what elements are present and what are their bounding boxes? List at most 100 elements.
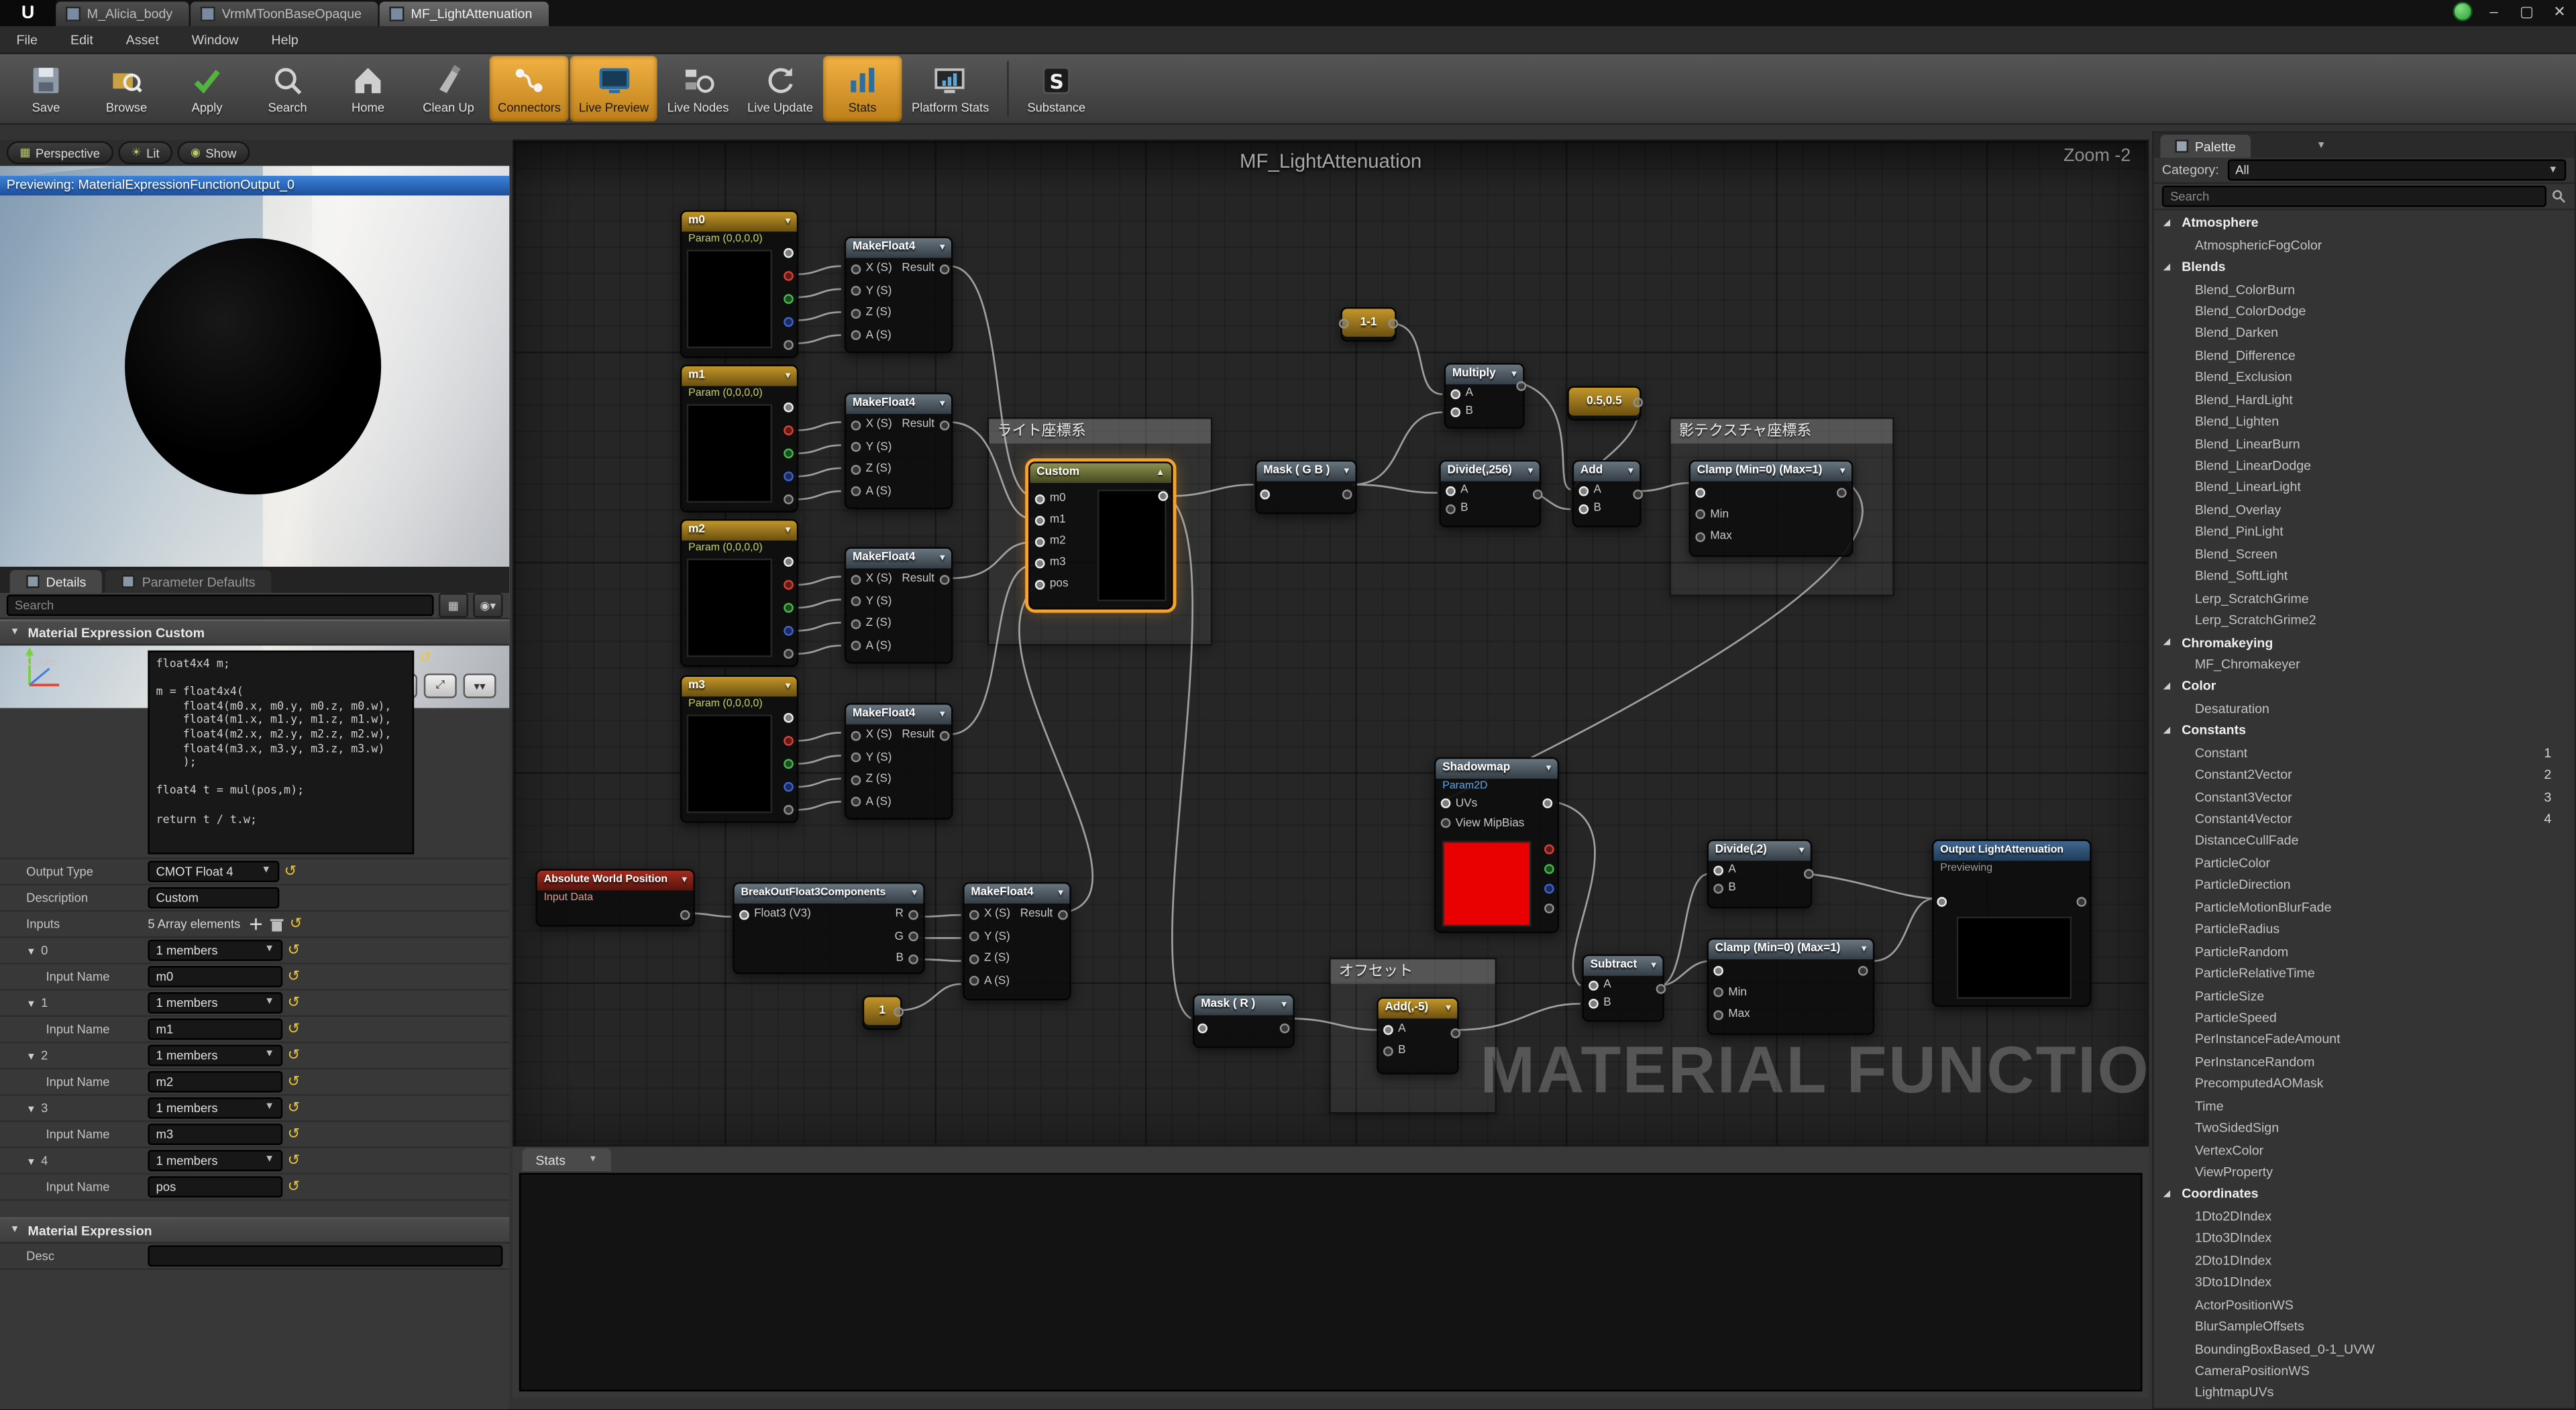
pin-y[interactable] <box>851 753 861 763</box>
tab-details[interactable]: Details <box>10 570 103 593</box>
members-dropdown[interactable]: 1 members▼ <box>148 1045 282 1067</box>
pin-output[interactable] <box>680 910 690 920</box>
node-add-neg5[interactable]: Add(,-5)▾ A B <box>1377 997 1458 1075</box>
node-divide-2[interactable]: Divide(,2)▾ A B <box>1707 839 1812 908</box>
menu-edit[interactable]: Edit <box>54 32 110 47</box>
reset-to-default-icon[interactable]: ↺ <box>288 1101 300 1116</box>
expander-icon[interactable]: ▼ <box>26 1158 36 1169</box>
pin-output[interactable] <box>1837 488 1847 498</box>
pin-max[interactable] <box>1713 1010 1723 1020</box>
pin-b[interactable] <box>1713 883 1723 893</box>
save-button[interactable]: Save <box>7 56 86 121</box>
pin-z[interactable] <box>851 619 861 629</box>
pin-a[interactable] <box>851 797 861 807</box>
clean-up-button[interactable]: Clean Up <box>409 56 488 121</box>
live-update-button[interactable]: Live Update <box>739 56 822 121</box>
apply-button[interactable]: Apply <box>168 56 247 121</box>
node-makefloat4[interactable]: MakeFloat4▾ X (S)Result Y (S) Z (S) A (S… <box>963 882 1071 1000</box>
pin-result[interactable] <box>939 730 949 741</box>
palette-item[interactable]: 1Dto3DIndex <box>2154 1228 2575 1250</box>
palette-item[interactable]: ◢ Chromakeying <box>2154 631 2575 653</box>
pin-min[interactable] <box>1713 987 1723 997</box>
pin-x[interactable] <box>969 910 979 920</box>
palette-item[interactable]: BoundingBoxBased_0-1_UVW <box>2154 1338 2575 1360</box>
live-nodes-button[interactable]: Live Nodes <box>659 56 738 121</box>
palette-item[interactable]: Blend_LinearLight <box>2154 477 2575 499</box>
close-button[interactable]: ✕ <box>2548 3 2571 21</box>
palette-item[interactable]: PrecomputedAOMask <box>2154 1073 2575 1095</box>
pin-input[interactable] <box>1713 965 1723 975</box>
input-name-field[interactable]: m0 <box>148 966 282 987</box>
pin-float3[interactable] <box>739 910 749 920</box>
panel-options-icon[interactable]: ▼ <box>2316 140 2326 150</box>
menu-file[interactable]: File <box>0 32 54 47</box>
palette-item[interactable]: Blend_Darken <box>2154 322 2575 344</box>
pin-z[interactable] <box>851 775 861 785</box>
section-material-expression-custom[interactable]: ▼ Material Expression Custom <box>0 619 509 645</box>
pin-output[interactable] <box>1280 1024 1290 1034</box>
browse-button[interactable]: Browse <box>87 56 166 121</box>
palette-item[interactable]: DistanceCullFade <box>2154 830 2575 852</box>
node-makefloat4[interactable]: MakeFloat4▾ X (S)Result Y (S) Z (S) A (S… <box>845 547 953 664</box>
live-preview-button[interactable]: Live Preview <box>571 56 657 121</box>
node-m1[interactable]: m1▾ Param (0,0,0,0) <box>680 365 798 512</box>
menu-asset[interactable]: Asset <box>109 32 175 47</box>
pin-max[interactable] <box>1695 532 1705 542</box>
palette-item[interactable]: CameraPositionWS <box>2154 1360 2575 1382</box>
category-dropdown[interactable]: All ▼ <box>2227 160 2566 181</box>
reset-to-default-icon[interactable]: ↺ <box>290 917 302 932</box>
stats-button[interactable]: Stats <box>823 56 902 121</box>
input-name-field[interactable]: m1 <box>148 1018 282 1040</box>
pin-g[interactable] <box>784 759 794 769</box>
palette-item[interactable]: Blend_ColorBurn <box>2154 278 2575 301</box>
pin-z[interactable] <box>969 954 979 964</box>
expander-icon[interactable]: ▼ <box>26 1000 36 1010</box>
input-name-field[interactable]: m2 <box>148 1071 282 1093</box>
pin-output[interactable] <box>1633 398 1643 408</box>
palette-item[interactable]: Blend_ColorDodge <box>2154 301 2575 323</box>
pin-pos[interactable] <box>1035 579 1045 589</box>
pin-r[interactable] <box>784 271 794 281</box>
palette-item[interactable]: ◢ Coordinates <box>2154 1183 2575 1205</box>
reset-to-default-icon[interactable]: ↺ <box>284 864 297 879</box>
palette-item[interactable]: ParticleRandom <box>2154 940 2575 963</box>
palette-item[interactable]: LightmapUVs <box>2154 1382 2575 1404</box>
stats-output-area[interactable] <box>519 1173 2143 1392</box>
pin-view-mipbias[interactable] <box>1441 818 1451 828</box>
substance-button[interactable]: S Substance <box>1017 56 1096 121</box>
platform-stats-button[interactable]: Platform Stats <box>904 56 998 121</box>
node-makefloat4[interactable]: MakeFloat4▾ X (S)Result Y (S) Z (S) A (S… <box>845 237 953 354</box>
pin-result[interactable] <box>939 420 949 430</box>
palette-item[interactable]: ParticleSize <box>2154 985 2575 1007</box>
node-subtract[interactable]: Subtract▾ A B <box>1582 955 1664 1022</box>
members-dropdown[interactable]: 1 members▼ <box>148 1097 282 1119</box>
palette-item[interactable]: AtmosphericFogColor <box>2154 234 2575 256</box>
palette-search-input[interactable] <box>2162 186 2546 207</box>
pin-b[interactable] <box>784 472 794 482</box>
pin-a[interactable] <box>1383 1024 1393 1034</box>
palette-item[interactable]: 3Dto1DIndex <box>2154 1272 2575 1294</box>
pin-y[interactable] <box>851 442 861 452</box>
node-divide-256[interactable]: Divide(,256)▾ A B <box>1439 460 1541 527</box>
node-constant2-half[interactable]: 0.5,0.5 <box>1567 386 1641 421</box>
pin-result[interactable] <box>939 264 949 274</box>
pin-rgba[interactable] <box>784 557 794 567</box>
palette-item[interactable]: ParticleDirection <box>2154 874 2575 896</box>
palette-item[interactable]: Blend_Screen <box>2154 543 2575 565</box>
reset-to-default-icon[interactable]: ↺ <box>419 651 431 665</box>
pin-rgba[interactable] <box>784 402 794 413</box>
input-name-field[interactable]: pos <box>148 1176 282 1197</box>
output-type-dropdown[interactable]: CMOT Float 4 ▼ <box>148 861 279 882</box>
node-constant-one[interactable]: 1 <box>863 995 902 1030</box>
pin-output[interactable] <box>1159 491 1169 501</box>
pin-output[interactable] <box>2077 897 2087 907</box>
node-m3[interactable]: m3▾ Param (0,0,0,0) <box>680 675 798 823</box>
material-graph[interactable]: MATERIAL FUNCTION ライト座標系 影テクスチャ座標系 オフセット <box>513 140 2149 1146</box>
node-absolute-world-position[interactable]: Absolute World Position▾ Input Data <box>535 869 695 927</box>
palette-item[interactable]: Constant 1 <box>2154 742 2575 764</box>
reset-to-default-icon[interactable]: ↺ <box>288 1075 300 1089</box>
reset-to-default-icon[interactable]: ↺ <box>288 1048 300 1063</box>
home-button[interactable]: Home <box>329 56 408 121</box>
pin-g[interactable] <box>908 932 918 942</box>
pin-output[interactable] <box>1533 490 1543 500</box>
